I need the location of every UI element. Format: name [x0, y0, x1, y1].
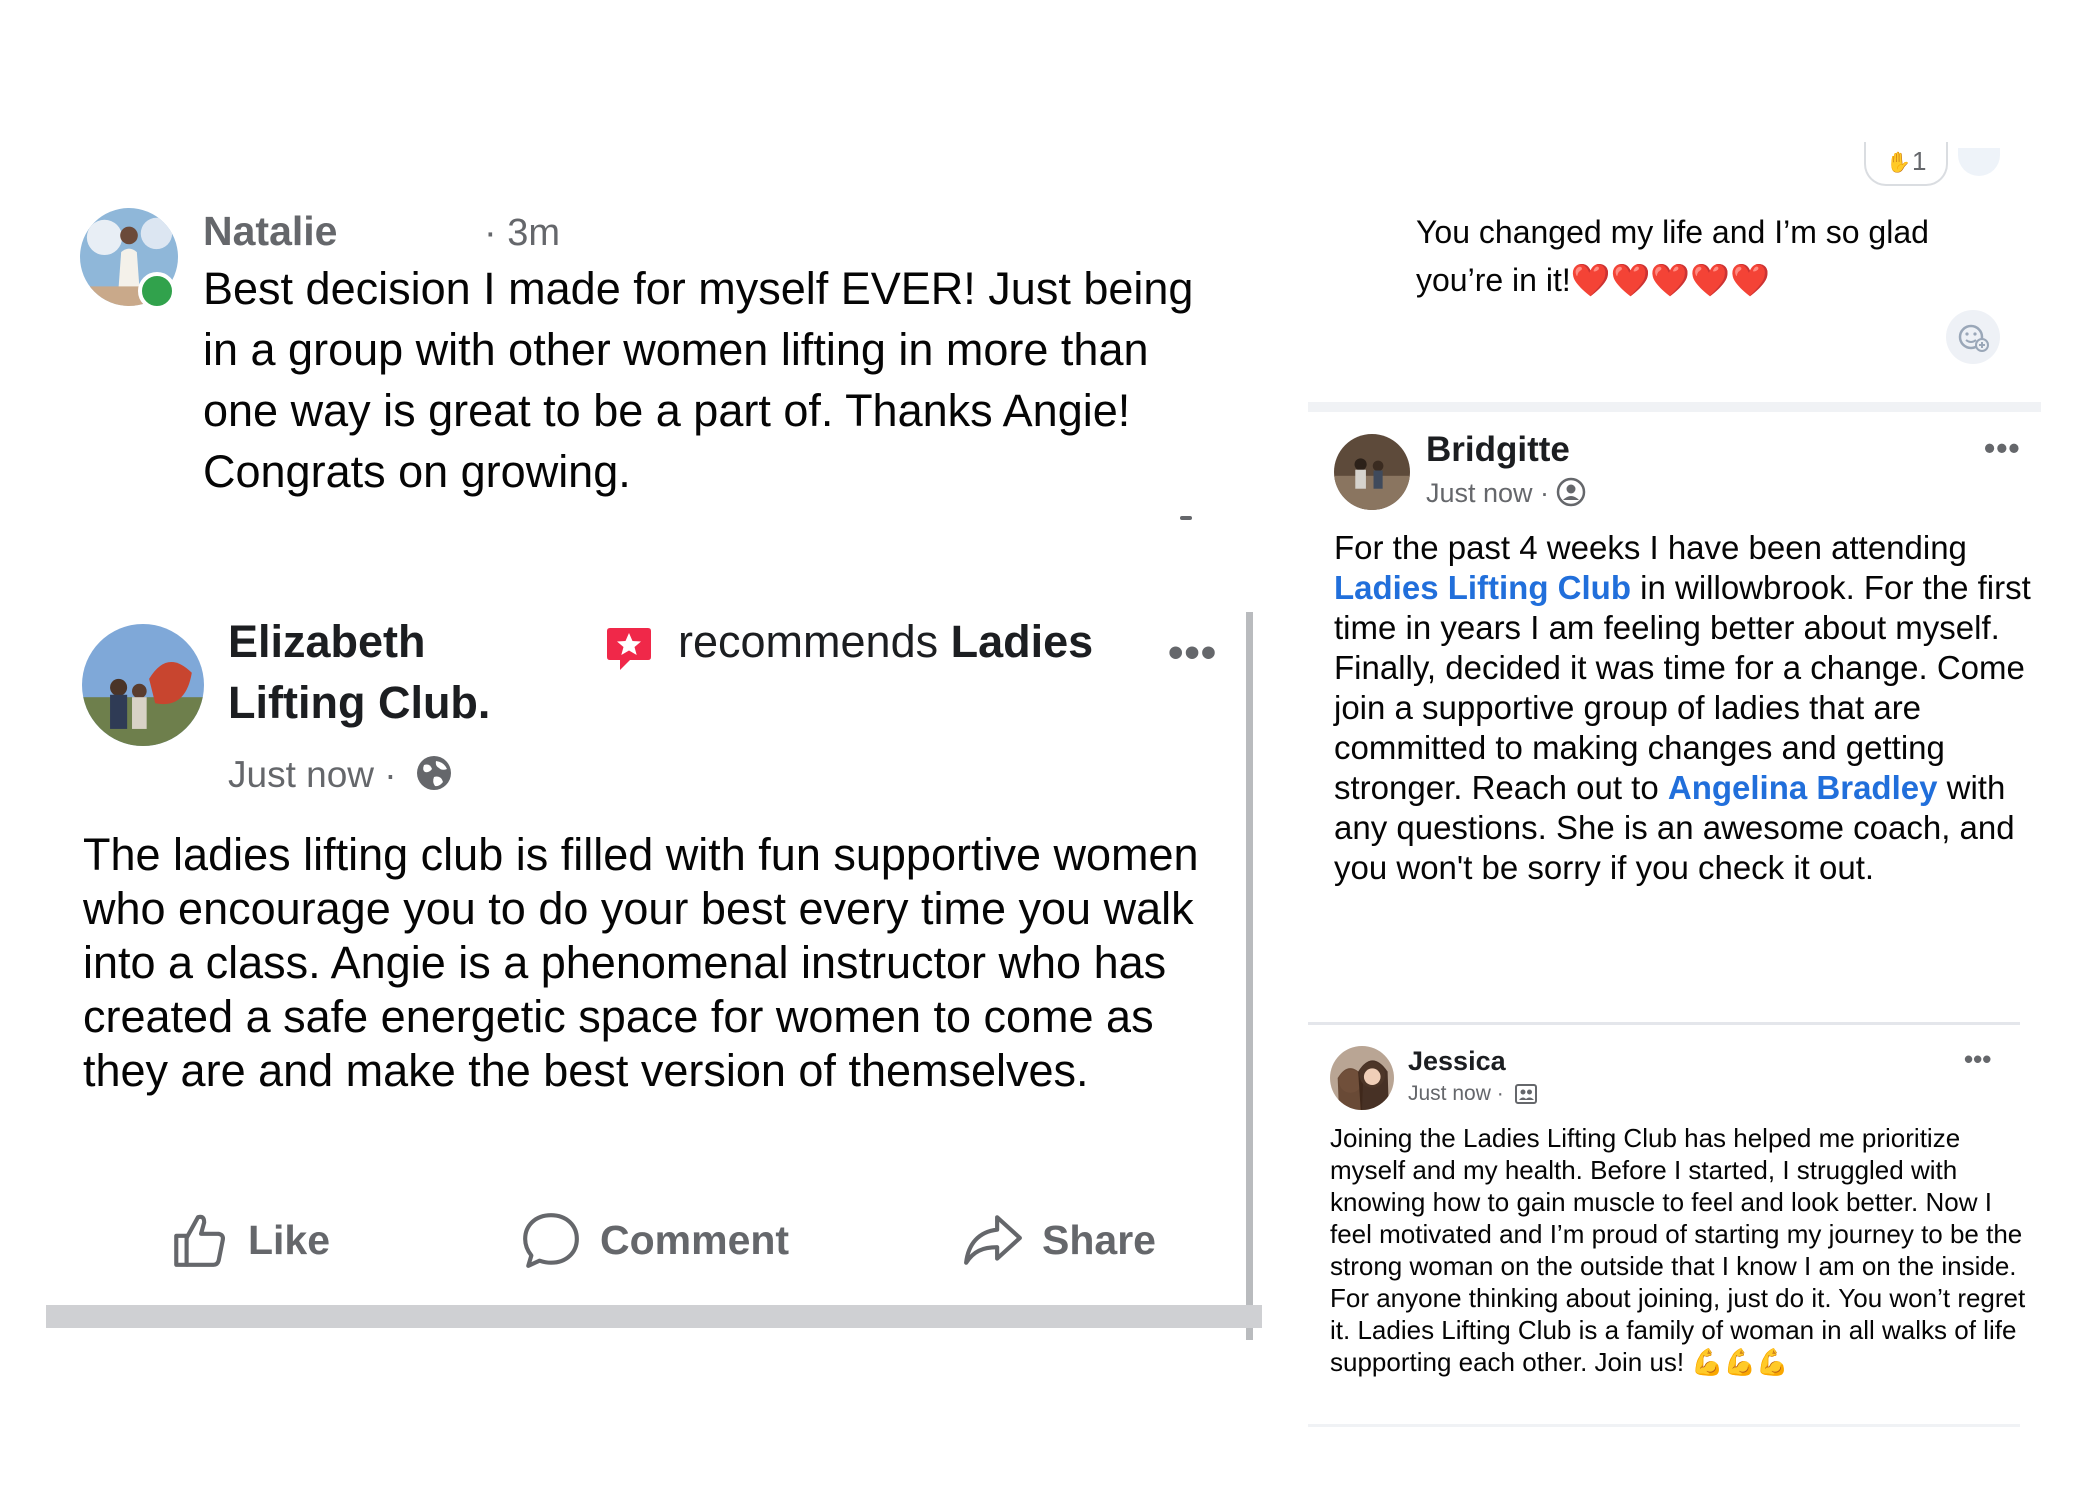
comment-bubble-icon [523, 1213, 579, 1268]
elizabeth-timestamp[interactable]: Just now · [228, 754, 397, 796]
post-divider [1308, 1022, 2020, 1025]
post-options-button[interactable]: ••• [1168, 628, 1217, 678]
recommended-page-name[interactable]: Ladies [951, 616, 1094, 667]
natalie-timestamp[interactable]: · 3m [484, 212, 560, 255]
elizabeth-avatar[interactable] [82, 624, 204, 746]
comment-button[interactable]: Comment [520, 1205, 789, 1275]
bridgitte-avatar-photo [1334, 434, 1410, 510]
add-reaction-button[interactable] [1946, 310, 2000, 364]
post-divider [1308, 402, 2041, 412]
comment-text: You changed my life and I’m so glad you’… [1416, 214, 1929, 298]
reaction-count: 1 [1912, 146, 1927, 176]
share-button[interactable]: Share [962, 1205, 1156, 1275]
jessica-avatar[interactable] [1330, 1046, 1394, 1110]
recommended-page-name-continued[interactable]: Lifting Club. [228, 677, 490, 729]
jessica-timestamp[interactable]: Just now · [1408, 1082, 1504, 1106]
comment-label: Comment [600, 1216, 790, 1263]
elizabeth-author-name[interactable]: Elizabeth [228, 616, 426, 668]
post-frame-right-edge [1246, 612, 1253, 1340]
like-label: Like [248, 1216, 331, 1263]
globe-icon [414, 753, 454, 793]
recommend-star-icon [604, 624, 654, 674]
recommends-word: recommends [678, 616, 951, 667]
scroll-edge-mark [1180, 516, 1192, 520]
jessica-avatar-photo [1330, 1046, 1394, 1110]
bridgitte-author-name[interactable]: Bridgitte [1426, 430, 1570, 470]
add-reaction-icon [1958, 324, 1989, 352]
bridgitte-avatar[interactable] [1334, 434, 1410, 510]
angelina-bradley-link[interactable]: Angelina Bradley [1668, 769, 1938, 806]
bridgitte-post-text: For the past 4 weeks I have been attendi… [1334, 528, 2034, 888]
natalie-comment-text: Best decision I made for myself EVER! Ju… [203, 263, 1194, 497]
share-label: Share [1042, 1216, 1156, 1263]
post-text-segment: For the past 4 weeks I have been attendi… [1334, 529, 1967, 566]
group-icon [1514, 1082, 1538, 1106]
friends-icon [1556, 477, 1586, 507]
post-options-button[interactable]: ••• [1984, 430, 2021, 467]
bridgitte-timestamp[interactable]: Just now · [1426, 478, 1549, 509]
natalie-author-name[interactable]: Natalie [203, 208, 337, 255]
like-button[interactable]: Like [168, 1205, 330, 1275]
elizabeth-post-text: The ladies lifting club is filled with f… [83, 829, 1199, 1096]
jessica-author-name[interactable]: Jessica [1408, 1046, 1506, 1077]
recommends-line: recommends Ladies [678, 616, 1093, 668]
online-status-dot [138, 272, 176, 310]
thumbs-up-icon [174, 1214, 225, 1267]
post-divider [1308, 1424, 2020, 1427]
post-frame-bottom-edge [46, 1305, 1262, 1328]
elizabeth-avatar-photo [82, 624, 204, 746]
share-arrow-icon [964, 1215, 1022, 1265]
clap-reaction-icon: ✋ [1886, 152, 1911, 174]
ladies-lifting-club-link[interactable]: Ladies Lifting Club [1334, 569, 1631, 606]
jessica-post-text: Joining the Ladies Lifting Club has help… [1330, 1123, 2026, 1377]
post-options-button[interactable]: ••• [1964, 1044, 1991, 1075]
add-reaction-icon[interactable] [1958, 148, 2000, 176]
